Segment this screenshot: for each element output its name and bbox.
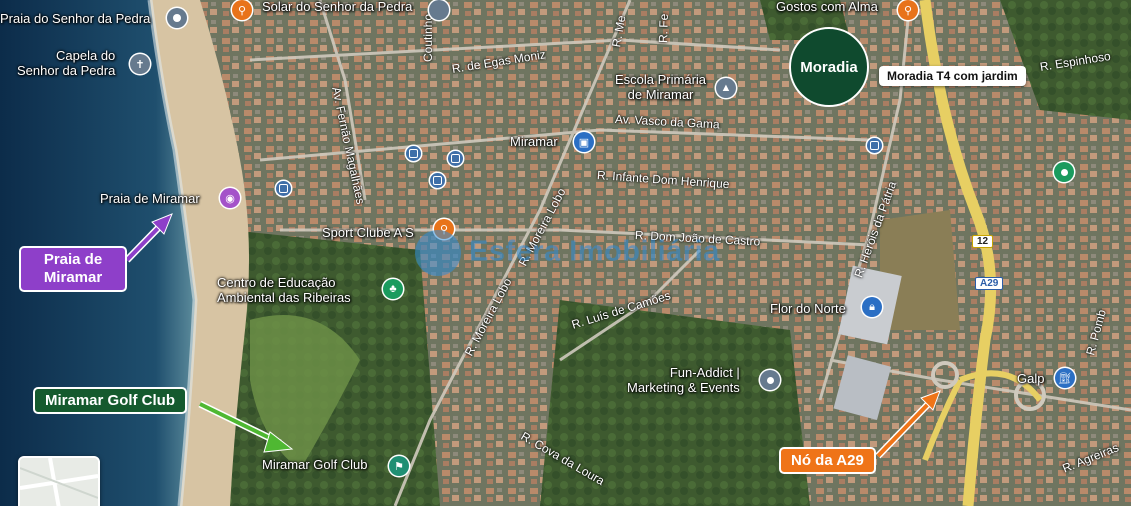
gas-station-icon[interactable]: ⛽︎ xyxy=(1055,368,1075,388)
road-shield-12: 12 xyxy=(972,235,994,248)
lock-icon[interactable]: 🔒︎ xyxy=(862,297,882,317)
label-centro-educacao-ambiental[interactable]: Centro de Educação Ambiental das Ribeira… xyxy=(217,275,351,306)
label-flor-do-norte[interactable]: Flor do Norte xyxy=(770,301,846,317)
layer-switcher-button[interactable] xyxy=(18,456,100,506)
park-icon[interactable]: ♣ xyxy=(383,279,403,299)
label-gostos-com-alma[interactable]: Gostos com Alma xyxy=(776,0,878,15)
callout-praia-de-miramar[interactable]: Praia de Miramar xyxy=(19,246,127,292)
moradia-label: Moradia T4 com jardim xyxy=(879,66,1026,86)
label-praia-senhor-da-pedra[interactable]: Praia do Senhor da Pedra xyxy=(0,11,150,27)
label-capela-senhor-da-pedra[interactable]: Capela do Senhor da Pedra xyxy=(17,48,115,79)
esfera-logo-icon xyxy=(415,230,461,276)
road-label-coutinho: Coutinho xyxy=(421,13,435,62)
bus-stop-icon[interactable] xyxy=(867,138,882,153)
road-shield-a29: A29 xyxy=(975,277,1004,290)
golf-icon[interactable]: ⚑ xyxy=(389,456,409,476)
map-layer-icon xyxy=(20,458,98,506)
restaurant-icon[interactable]: ⚲ xyxy=(232,0,252,20)
label-miramar-golf-club[interactable]: Miramar Golf Club xyxy=(262,457,367,473)
place-pin-icon[interactable] xyxy=(429,0,449,20)
church-icon[interactable]: ✝ xyxy=(130,54,150,74)
label-miramar-station[interactable]: Miramar xyxy=(510,134,558,150)
train-station-icon[interactable]: ▣ xyxy=(574,132,594,152)
place-pin-icon[interactable] xyxy=(760,370,780,390)
school-icon[interactable]: ▲ xyxy=(716,78,736,98)
place-pin-icon[interactable] xyxy=(167,8,187,28)
label-galp[interactable]: Galp xyxy=(1017,371,1044,387)
label-sport-clube[interactable]: Sport Clube A S xyxy=(322,225,414,241)
road-label-r-fe: R. Fe xyxy=(656,13,672,44)
map-canvas[interactable]: R. de Egas Moniz Coutinho Av. Fernão Mag… xyxy=(0,0,1131,506)
label-solar-senhor-da-pedra[interactable]: Solar do Senhor da Pedra xyxy=(262,0,412,15)
bus-stop-icon[interactable] xyxy=(406,146,421,161)
bus-stop-icon[interactable] xyxy=(430,173,445,188)
callout-miramar-golf-club[interactable]: Miramar Golf Club xyxy=(33,387,188,414)
label-fun-addict[interactable]: Fun-Addict | Marketing & Events xyxy=(627,365,740,396)
label-escola-primaria-miramar[interactable]: Escola Primária de Miramar xyxy=(615,72,706,103)
callout-no-da-a29[interactable]: Nó da A29 xyxy=(779,447,876,474)
watermark: Esfera Imobiliária xyxy=(415,230,720,276)
bus-stop-icon[interactable] xyxy=(276,181,291,196)
label-praia-de-miramar[interactable]: Praia de Miramar xyxy=(100,191,200,207)
bus-stop-icon[interactable] xyxy=(448,151,463,166)
place-pin-icon[interactable] xyxy=(1054,162,1074,182)
restaurant-icon[interactable]: ⚲ xyxy=(898,0,918,20)
camera-icon[interactable]: ◉ xyxy=(220,188,240,208)
moradia-marker[interactable]: Moradia xyxy=(789,27,869,107)
